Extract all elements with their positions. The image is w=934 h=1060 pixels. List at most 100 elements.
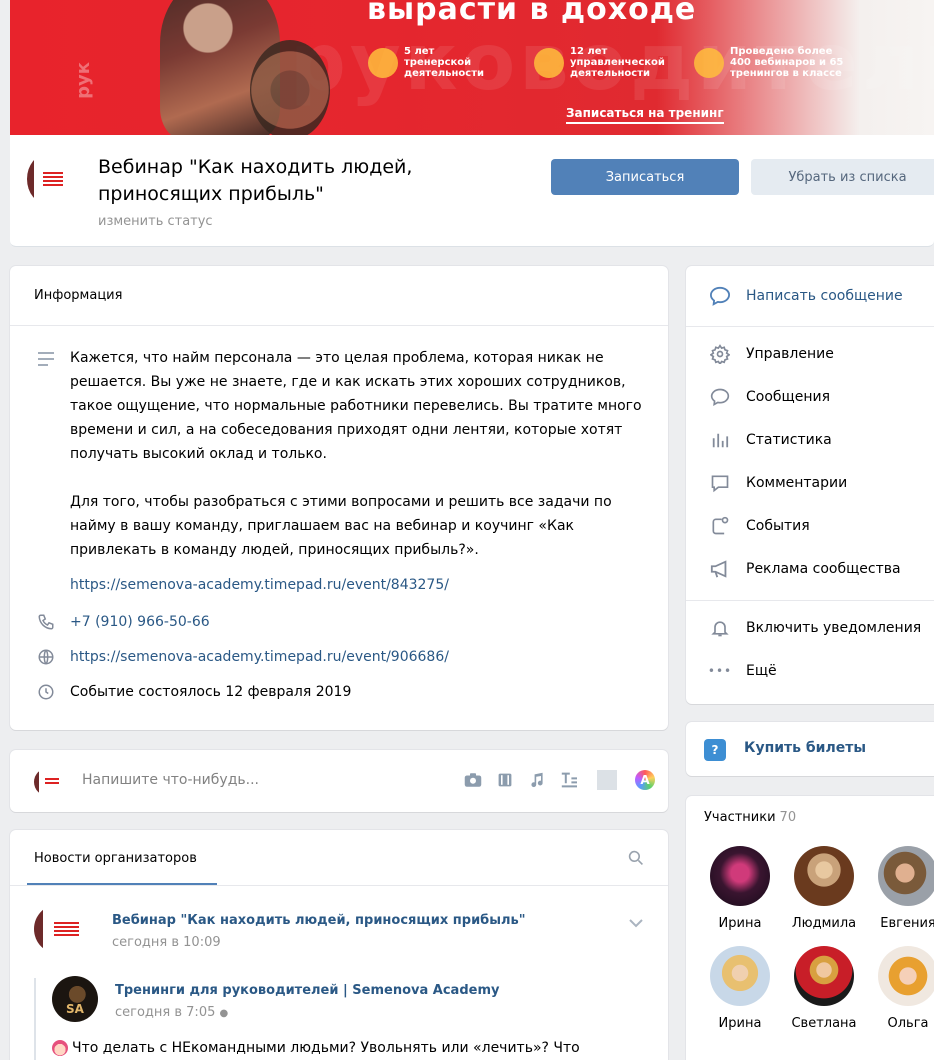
cover-feature-2: 12 лет управленческой деятельности <box>534 46 670 79</box>
description-link-row: https://semenova-academy.timepad.ru/even… <box>70 577 449 593</box>
tab-organizer-news[interactable]: Новости организаторов <box>34 851 197 866</box>
repost-author-name[interactable]: Тренинги для руководителей | Semenova Ac… <box>115 983 499 998</box>
music-icon[interactable] <box>527 770 547 790</box>
group-header: Вебинар "Как находить людей, приносящих … <box>10 135 934 247</box>
cover-side-text: рук <box>72 62 94 99</box>
cover-decor-image <box>250 40 330 135</box>
cover-banner[interactable]: руководитель рук вырасти в доходе 5 лет … <box>10 0 934 135</box>
repost-line <box>34 978 36 1060</box>
news-card: Новости организаторов Вебинар "Как наход… <box>10 830 668 1060</box>
author-avatar-icon[interactable]: A <box>635 770 655 790</box>
write-message-link[interactable]: Написать сообщение <box>708 284 903 308</box>
member-name[interactable]: Людмила <box>782 916 866 931</box>
member-avatar[interactable] <box>710 846 770 906</box>
page-title: Вебинар "Как находить людей, приносящих … <box>98 156 413 205</box>
info-card: Информация Кажется, что найм персонала —… <box>10 266 668 730</box>
news-tabs: Новости организаторов <box>10 830 668 886</box>
actions-menu: Написать сообщение Управление Сообщения … <box>686 266 934 704</box>
group-avatar[interactable] <box>27 154 67 204</box>
video-icon[interactable] <box>495 770 515 790</box>
camera-icon[interactable] <box>463 770 483 790</box>
more-dots-icon: ••• <box>707 664 733 678</box>
members-card: Участники 70 Ирина Людмила Евгения Ирина … <box>686 796 934 1060</box>
comment-icon <box>708 471 732 495</box>
remove-from-list-button[interactable]: Убрать из списка <box>751 159 934 195</box>
member-name[interactable]: Ирина <box>698 916 782 931</box>
microphone-icon <box>694 47 724 78</box>
member-name[interactable]: Евгения <box>866 916 934 931</box>
post-author-avatar[interactable] <box>34 904 84 954</box>
clock-icon <box>34 682 58 702</box>
member-avatar[interactable] <box>878 846 934 906</box>
manager-icon <box>534 47 564 78</box>
repost-time[interactable]: сегодня в 7:05 ● <box>115 1005 228 1020</box>
member-name[interactable]: Ольга <box>866 1016 934 1031</box>
repost-author-avatar[interactable]: SA <box>52 976 98 1022</box>
members-header[interactable]: Участники 70 <box>704 810 796 825</box>
menu-item-stats[interactable]: Статистика <box>708 428 832 452</box>
menu-divider <box>686 326 934 327</box>
ticket-icon: ? <box>704 739 726 761</box>
event-date-row: Событие состоялось 12 февраля 2019 <box>34 682 351 702</box>
info-title: Информация <box>10 266 668 326</box>
menu-item-manage[interactable]: Управление <box>708 342 834 366</box>
change-status-link[interactable]: изменить статус <box>98 214 213 229</box>
search-icon[interactable] <box>628 850 644 870</box>
member-avatar[interactable] <box>710 946 770 1006</box>
post-author-name[interactable]: Вебинар "Как находить людей, приносящих … <box>112 913 526 928</box>
menu-item-messages[interactable]: Сообщения <box>708 385 830 409</box>
tools-divider <box>597 770 617 790</box>
member-avatar[interactable] <box>794 846 854 906</box>
menu-divider-2 <box>686 600 934 601</box>
cover-feature-3: Проведено более 400 вебинаров и 65 трени… <box>694 46 850 79</box>
member-name[interactable]: Ирина <box>698 1016 782 1031</box>
member-item[interactable]: Ольга <box>866 946 934 1031</box>
buy-tickets-card[interactable]: ? Купить билеты <box>686 722 934 776</box>
message-bubble-icon <box>708 284 732 308</box>
member-item[interactable]: Ирина <box>698 846 782 931</box>
event-date-text: Событие состоялось 12 февраля 2019 <box>70 684 352 700</box>
chat-icon <box>708 385 732 409</box>
active-tab-indicator <box>27 883 217 885</box>
member-item[interactable]: Светлана <box>782 946 866 1031</box>
description-text: Кажется, что найм персонала — это целая … <box>70 350 642 558</box>
post-input[interactable]: Напишите что-нибудь... <box>82 772 259 788</box>
member-avatar[interactable] <box>794 946 854 1006</box>
phone-icon <box>34 612 58 632</box>
article-icon[interactable] <box>559 770 579 790</box>
cover-headline: вырасти в доходе <box>367 0 697 27</box>
members-count: 70 <box>779 810 797 825</box>
woman-emoji-icon <box>52 1040 68 1056</box>
phone-number[interactable]: +7 (910) 966-50-66 <box>70 614 210 630</box>
more-link[interactable]: ••• Ещё <box>708 659 777 683</box>
apple-icon: ● <box>219 1008 229 1019</box>
join-button[interactable]: Записаться <box>551 159 739 195</box>
chevron-down-icon[interactable] <box>628 916 644 932</box>
description-icon <box>38 352 54 370</box>
cover-cta-link[interactable]: Записаться на тренинг <box>566 106 724 124</box>
member-avatar[interactable] <box>878 946 934 1006</box>
buy-tickets-link[interactable]: Купить билеты <box>744 740 866 756</box>
description-link[interactable]: https://semenova-academy.timepad.ru/even… <box>70 577 449 593</box>
briefcase-icon <box>368 47 398 78</box>
composer-tools: A <box>463 770 655 790</box>
gear-icon <box>708 342 732 366</box>
menu-item-ads[interactable]: Реклама сообщества <box>708 557 901 581</box>
post-composer: Напишите что-нибудь... A <box>10 750 668 812</box>
member-item[interactable]: Ирина <box>698 946 782 1031</box>
member-item[interactable]: Людмила <box>782 846 866 931</box>
enable-notifications-link[interactable]: Включить уведомления <box>708 616 921 640</box>
globe-icon <box>34 647 58 667</box>
phone-row: +7 (910) 966-50-66 <box>34 612 210 632</box>
website-link[interactable]: https://semenova-academy.timepad.ru/even… <box>70 649 449 665</box>
post-time[interactable]: сегодня в 10:09 <box>112 935 221 950</box>
member-item[interactable]: Евгения <box>866 846 934 931</box>
cover-feature-1: 5 лет тренерской деятельности <box>368 46 494 79</box>
member-name[interactable]: Светлана <box>782 1016 866 1031</box>
menu-item-comments[interactable]: Комментарии <box>708 471 847 495</box>
menu-item-events[interactable]: События <box>708 514 810 538</box>
event-icon <box>708 514 732 538</box>
bar-chart-icon <box>708 428 732 452</box>
composer-avatar <box>34 768 62 796</box>
bell-icon <box>708 616 732 640</box>
